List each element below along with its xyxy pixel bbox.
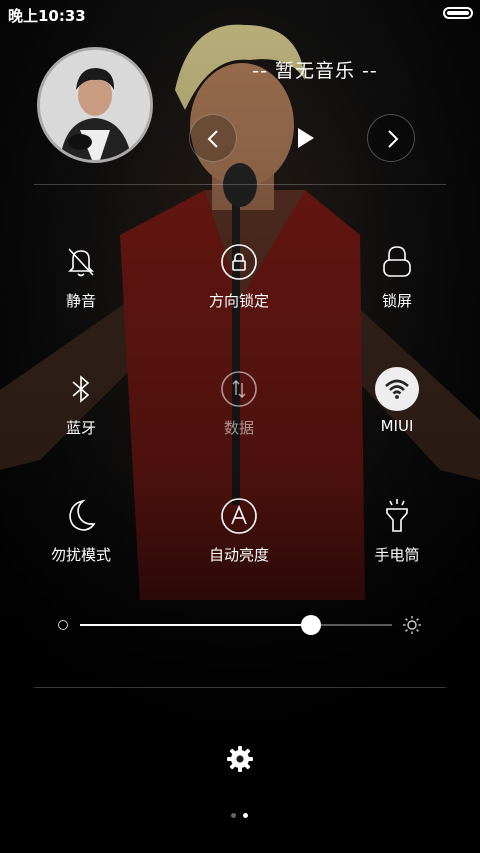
divider-bottom [34, 687, 446, 688]
music-widget: -- 暂无音乐 -- [0, 40, 480, 180]
divider-top [34, 184, 446, 185]
moon-icon [59, 494, 103, 538]
tile-label: 手电筒 [374, 546, 420, 564]
tile-label: 蓝牙 [65, 419, 96, 437]
tile-do-not-disturb[interactable]: 勿扰模式 [21, 494, 141, 604]
status-bar: 晚上10:33 [0, 0, 480, 28]
tile-flashlight[interactable]: 手电筒 [337, 494, 457, 604]
settings-button[interactable] [225, 744, 255, 774]
play-button[interactable] [280, 114, 328, 162]
tile-label: 数据 [223, 419, 254, 437]
chevron-right-icon [388, 130, 399, 148]
page-dot-current [243, 813, 248, 818]
previous-track-button[interactable] [189, 114, 237, 162]
tile-label: MIUI [380, 417, 414, 435]
slider-track[interactable] [80, 615, 392, 635]
play-icon [298, 128, 314, 148]
brightness-high-icon [403, 616, 421, 634]
tile-rotation-lock[interactable]: 方向锁定 [179, 240, 299, 350]
tile-label: 静音 [65, 292, 96, 310]
flashlight-icon [375, 494, 419, 538]
chevron-left-icon [207, 130, 218, 148]
tile-label: 锁屏 [381, 292, 412, 310]
page-dot [231, 813, 236, 818]
gear-icon [227, 746, 253, 772]
tile-lock-screen[interactable]: 锁屏 [337, 240, 457, 350]
battery-icon [443, 7, 473, 19]
slider-fill [80, 624, 311, 626]
bell-off-icon [59, 240, 103, 284]
album-art-image[interactable] [37, 47, 153, 163]
mobile-data-icon [217, 367, 261, 411]
song-title: -- 暂无音乐 -- [252, 60, 378, 82]
tile-auto-brightness[interactable]: 自动亮度 [179, 494, 299, 604]
tile-label: 方向锁定 [208, 292, 269, 310]
auto-brightness-icon [217, 494, 261, 538]
page-indicator [229, 813, 251, 819]
tile-label: 自动亮度 [208, 546, 269, 564]
brightness-slider[interactable] [56, 612, 426, 638]
bluetooth-icon [59, 367, 103, 411]
tile-wifi[interactable]: MIUI [337, 367, 457, 477]
slider-thumb[interactable] [300, 615, 321, 635]
tile-label: 勿扰模式 [50, 546, 111, 564]
rotation-lock-icon [217, 240, 261, 284]
brightness-low-icon [58, 620, 68, 630]
wifi-icon [375, 367, 419, 411]
lock-icon [375, 240, 419, 284]
tile-mute[interactable]: 静音 [21, 240, 141, 350]
tile-bluetooth[interactable]: 蓝牙 [21, 367, 141, 477]
status-time: 晚上10:33 [8, 7, 86, 25]
next-track-button[interactable] [367, 114, 415, 162]
tile-mobile-data[interactable]: 数据 [179, 367, 299, 477]
